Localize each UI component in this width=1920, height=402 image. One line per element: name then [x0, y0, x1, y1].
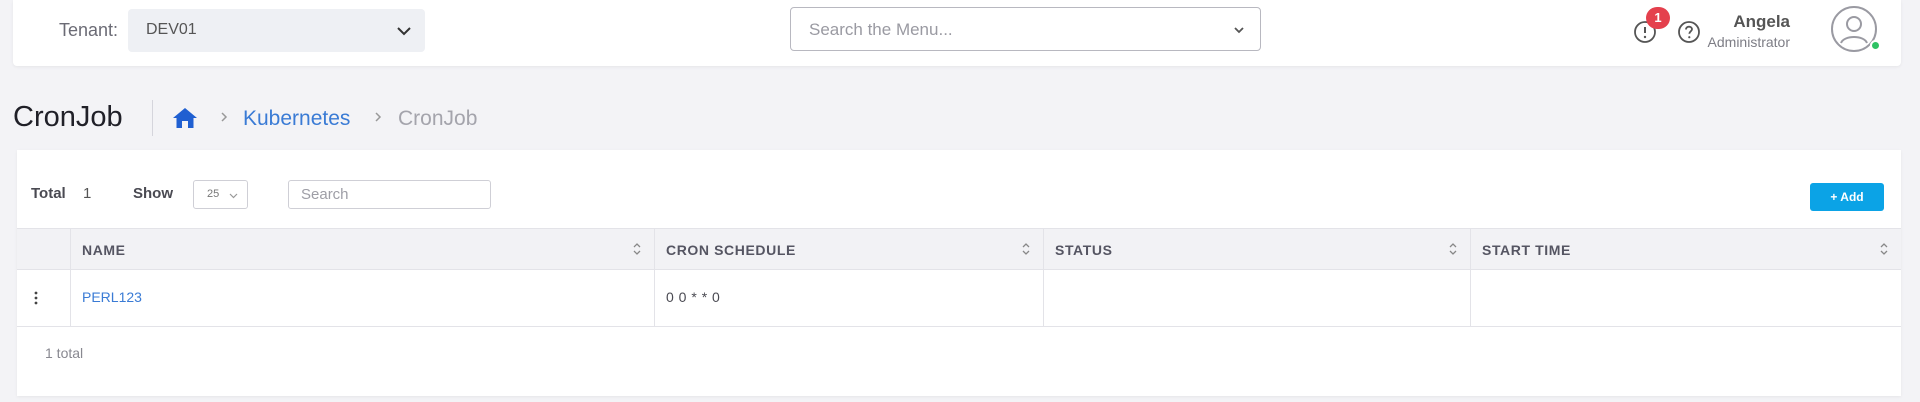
column-header-status[interactable]: STATUS: [1043, 229, 1470, 269]
column-header-start-time[interactable]: START TIME: [1470, 229, 1901, 269]
menu-search-select[interactable]: Search the Menu...: [790, 7, 1261, 51]
chevron-right-icon: [375, 112, 382, 122]
show-label: Show: [133, 185, 173, 202]
column-header-label: NAME: [82, 242, 126, 258]
table-header: NAME CRON SCHEDULE STATUS START TIME: [17, 228, 1901, 270]
cron-schedule-value: 0 0 * * 0: [666, 289, 721, 305]
breadcrumb-kubernetes[interactable]: Kubernetes: [243, 107, 350, 131]
total-value: 1: [83, 185, 92, 202]
chevron-down-icon: [397, 27, 411, 36]
page-title: CronJob: [13, 101, 123, 133]
online-status-dot: [1870, 40, 1881, 51]
chevron-down-icon: [229, 193, 238, 199]
top-header: Tenant: DEV01 Search the Menu... 1 Angel…: [13, 0, 1901, 66]
cell-name: PERL123: [70, 270, 654, 326]
page-size-select[interactable]: 25: [193, 180, 248, 209]
row-actions-cell: [17, 270, 70, 326]
title-divider: [152, 100, 153, 136]
cell-status: [1043, 270, 1470, 326]
column-header-label: START TIME: [1482, 242, 1571, 258]
cell-start-time: [1470, 270, 1901, 326]
table-search-input[interactable]: [288, 180, 491, 209]
column-header-cron-schedule[interactable]: CRON SCHEDULE: [654, 229, 1043, 269]
help-icon[interactable]: [1677, 20, 1701, 44]
cronjob-name-link[interactable]: PERL123: [82, 289, 142, 305]
sort-icon[interactable]: [632, 241, 642, 257]
chevron-down-icon: [1234, 27, 1244, 34]
chevron-right-icon: [221, 112, 228, 122]
column-header-label: CRON SCHEDULE: [666, 242, 796, 258]
tenant-select[interactable]: DEV01: [128, 9, 425, 52]
table-row: PERL123 0 0 * * 0: [17, 270, 1901, 327]
cronjob-table-card: Total 1 Show 25 + Add NAME CRON SCHEDULE…: [17, 150, 1901, 396]
add-button[interactable]: + Add: [1810, 183, 1884, 211]
total-label: Total: [31, 185, 66, 202]
column-header-label: STATUS: [1055, 242, 1113, 258]
row-actions-header: [17, 229, 70, 269]
tenant-value: DEV01: [146, 21, 197, 38]
breadcrumb-current: CronJob: [398, 107, 478, 130]
alert-count-badge: 1: [1646, 7, 1670, 29]
home-icon[interactable]: [172, 106, 198, 130]
cell-cron-schedule: 0 0 * * 0: [654, 270, 1043, 326]
user-role: Administrator: [1707, 34, 1790, 50]
menu-search-placeholder: Search the Menu...: [809, 20, 953, 39]
sort-icon[interactable]: [1448, 241, 1458, 257]
user-name: Angela: [1733, 12, 1790, 31]
sort-icon[interactable]: [1021, 241, 1031, 257]
more-vertical-icon[interactable]: [34, 290, 38, 306]
column-header-name[interactable]: NAME: [70, 229, 654, 269]
page-size-value: 25: [207, 188, 220, 200]
footer-total: 1 total: [45, 345, 84, 361]
sort-icon[interactable]: [1879, 241, 1889, 257]
tenant-label: Tenant:: [59, 20, 119, 40]
